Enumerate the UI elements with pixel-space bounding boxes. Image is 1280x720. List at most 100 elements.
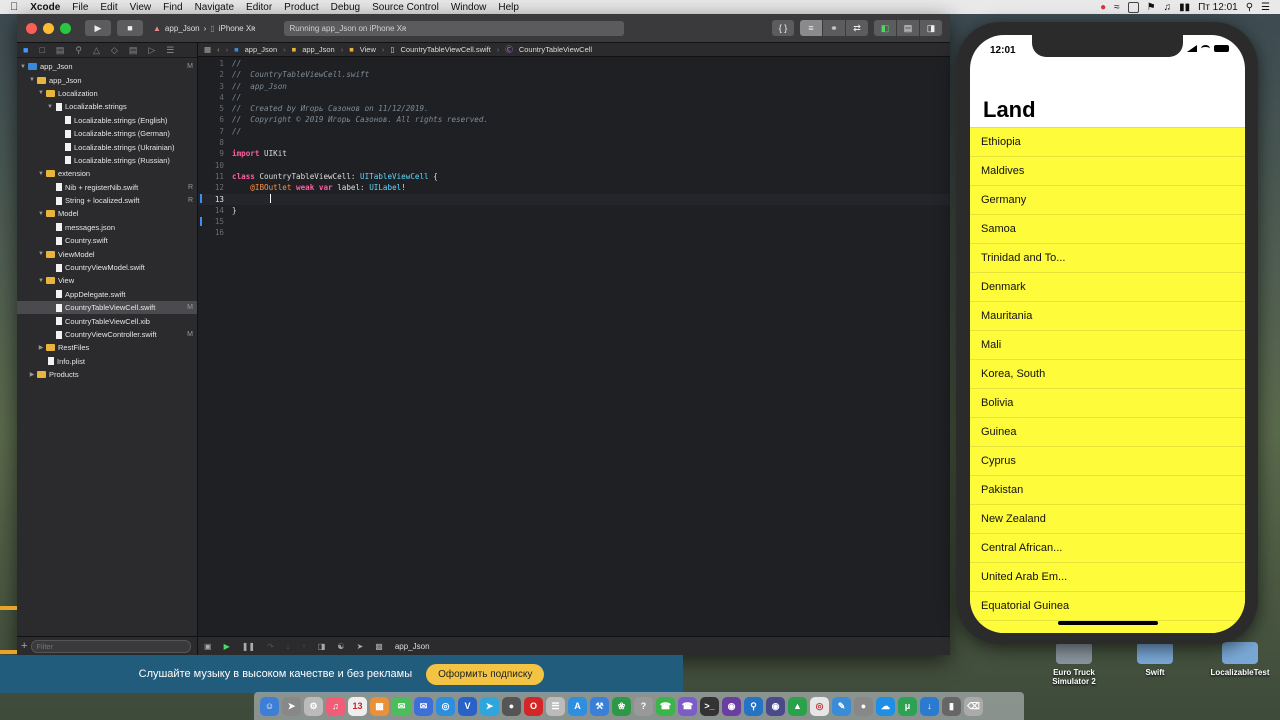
github-icon[interactable]: ◉	[722, 696, 741, 716]
app-icon[interactable]: ▮	[942, 696, 961, 716]
menu-source-control[interactable]: Source Control	[366, 2, 445, 13]
source-control-icon[interactable]: □	[39, 45, 44, 55]
table-row[interactable]: Germany	[970, 186, 1245, 215]
tree-item[interactable]: AppDelegate.swift	[17, 288, 197, 301]
tree-item[interactable]: ▼ app_Json M	[17, 60, 197, 73]
table-row[interactable]: New Zealand	[970, 505, 1245, 534]
find-icon[interactable]: ⚲	[75, 45, 82, 56]
notification-icon[interactable]: ●	[1100, 2, 1106, 13]
vpn-icon[interactable]: V	[458, 696, 477, 716]
menu-edit[interactable]: Edit	[94, 2, 123, 13]
tree-item[interactable]: ▶ RestFiles	[17, 341, 197, 354]
menu-help[interactable]: Help	[492, 2, 525, 13]
minimize-window-button[interactable]	[43, 22, 54, 34]
torrent-icon[interactable]: μ	[898, 696, 917, 716]
menu-file[interactable]: File	[66, 2, 94, 13]
folder-icon[interactable]: ■	[23, 45, 28, 55]
app-store-icon[interactable]: A	[568, 696, 587, 716]
run-button[interactable]: ▶	[85, 20, 111, 36]
telegram-icon[interactable]: ➤	[480, 696, 499, 716]
tree-item[interactable]: Country.swift	[17, 234, 197, 247]
trash-icon[interactable]: ⌫	[964, 696, 983, 716]
search-icon[interactable]: ⚲	[1246, 2, 1253, 13]
tree-item[interactable]: Info.plist	[17, 355, 197, 368]
disclosure-icon[interactable]: ▼	[19, 64, 27, 70]
battery-icon[interactable]: ▮▮	[1179, 2, 1190, 13]
source-editor[interactable]: 1 // 2 // CountryTableViewCell.swift 3 // a…	[198, 58, 950, 636]
table-row[interactable]: Guinea	[970, 418, 1245, 447]
menu-find[interactable]: Find	[157, 2, 188, 13]
breakpoint-icon[interactable]: ▷	[148, 45, 155, 56]
disclosure-icon[interactable]: ▼	[37, 211, 45, 217]
zoom-window-button[interactable]	[60, 22, 71, 34]
disclosure-icon[interactable]: ▶	[28, 371, 36, 378]
tree-item[interactable]: ▼ Localization	[17, 87, 197, 100]
tree-item[interactable]: Localizable.strings (English)	[17, 114, 197, 127]
control-center-icon[interactable]: ☰	[1261, 2, 1270, 13]
assistant-editor-button[interactable]: ⚭	[822, 20, 845, 36]
desktop-icon-euro-truck[interactable]: Euro Truck Simulator 2	[1040, 642, 1108, 686]
desktop-icon-swift[interactable]: Swift	[1125, 642, 1185, 677]
table-row[interactable]: Trinidad and To...	[970, 244, 1245, 273]
leaf-icon[interactable]: ❀	[612, 696, 631, 716]
help-icon[interactable]: ?	[634, 696, 653, 716]
disclosure-icon[interactable]: ▼	[37, 278, 45, 284]
xcode-icon[interactable]: ⚒	[590, 696, 609, 716]
tree-item[interactable]: CountryViewController.swift M	[17, 328, 197, 341]
apple-icon[interactable]: 	[0, 1, 24, 13]
tree-item[interactable]: ▶ Products	[17, 368, 197, 381]
version-editor-button[interactable]: ⇄	[845, 20, 868, 36]
view-hierarchy-icon[interactable]: ◨	[318, 642, 326, 651]
disclosure-icon[interactable]: ▼	[28, 77, 36, 83]
volume-icon[interactable]: ♫	[1164, 2, 1172, 13]
table-row[interactable]: Mauritania	[970, 302, 1245, 331]
table-row[interactable]: Denmark	[970, 273, 1245, 302]
back-icon[interactable]: ‹	[217, 45, 220, 54]
close-window-button[interactable]	[26, 22, 37, 34]
debug-icon[interactable]: ▤	[129, 45, 138, 56]
disclosure-icon[interactable]: ▼	[37, 251, 45, 257]
books-icon[interactable]: ▩	[370, 696, 389, 716]
whatsapp-icon[interactable]: ☎	[656, 696, 675, 716]
disclosure-icon[interactable]: ▼	[37, 171, 45, 177]
music-icon[interactable]: ♫	[326, 696, 345, 716]
tree-item[interactable]: Nib + registerNib.swift R	[17, 181, 197, 194]
symbol-icon[interactable]: ▤	[56, 45, 65, 56]
test-icon[interactable]: ◇	[111, 45, 118, 56]
breadcrumb-group[interactable]: app_Json	[302, 45, 335, 54]
table-row[interactable]: Central African...	[970, 534, 1245, 563]
scheme-selector[interactable]: ▲ app_Json › ▯ iPhone Xʀ	[153, 20, 256, 36]
forward-icon[interactable]: ›	[226, 45, 229, 54]
download-icon[interactable]: ↓	[920, 696, 939, 716]
breakpoints-icon[interactable]: ▶	[224, 642, 230, 651]
table-row[interactable]: United Arab Em...	[970, 563, 1245, 592]
table-row[interactable]: Pakistan	[970, 476, 1245, 505]
notes-icon[interactable]: ☰	[546, 696, 565, 716]
app-icon[interactable]: ●	[502, 696, 521, 716]
related-items-icon[interactable]: ▦	[204, 45, 211, 54]
display-icon[interactable]	[1127, 1, 1139, 13]
safari-icon[interactable]: ◎	[436, 696, 455, 716]
launchpad-icon[interactable]: ➤	[282, 696, 301, 716]
hide-debug-icon[interactable]: ▣	[204, 642, 212, 651]
disclosure-icon[interactable]: ▼	[46, 104, 54, 110]
disclosure-icon[interactable]: ▼	[37, 90, 45, 96]
tree-item[interactable]: messages.json	[17, 221, 197, 234]
breadcrumb-symbol[interactable]: CountryTableViewCell	[519, 45, 592, 54]
tree-item[interactable]: Localizable.strings (German)	[17, 127, 197, 140]
menu-debug[interactable]: Debug	[325, 2, 366, 13]
report-icon[interactable]: ☰	[166, 45, 174, 56]
breadcrumb-file[interactable]: CountryTableViewCell.swift	[401, 45, 491, 54]
tree-item[interactable]: Localizable.strings (Ukrainian)	[17, 140, 197, 153]
filter-input[interactable]	[31, 639, 192, 653]
step-out-icon[interactable]: ↑	[302, 642, 306, 651]
wifi-icon[interactable]: ≈	[1114, 2, 1120, 13]
tree-item[interactable]: ▼ Localizable.strings	[17, 100, 197, 113]
debug-area-toggle-button[interactable]: ▤	[896, 20, 919, 36]
issue-icon[interactable]: △	[93, 45, 100, 56]
standard-editor-button[interactable]: ≡	[800, 20, 822, 36]
system-preferences-icon[interactable]: ⚙	[304, 696, 323, 716]
app-icon[interactable]: ☁	[876, 696, 895, 716]
terminal-icon[interactable]: >_	[700, 696, 719, 716]
breadcrumb-project[interactable]: app_Json	[245, 45, 278, 54]
